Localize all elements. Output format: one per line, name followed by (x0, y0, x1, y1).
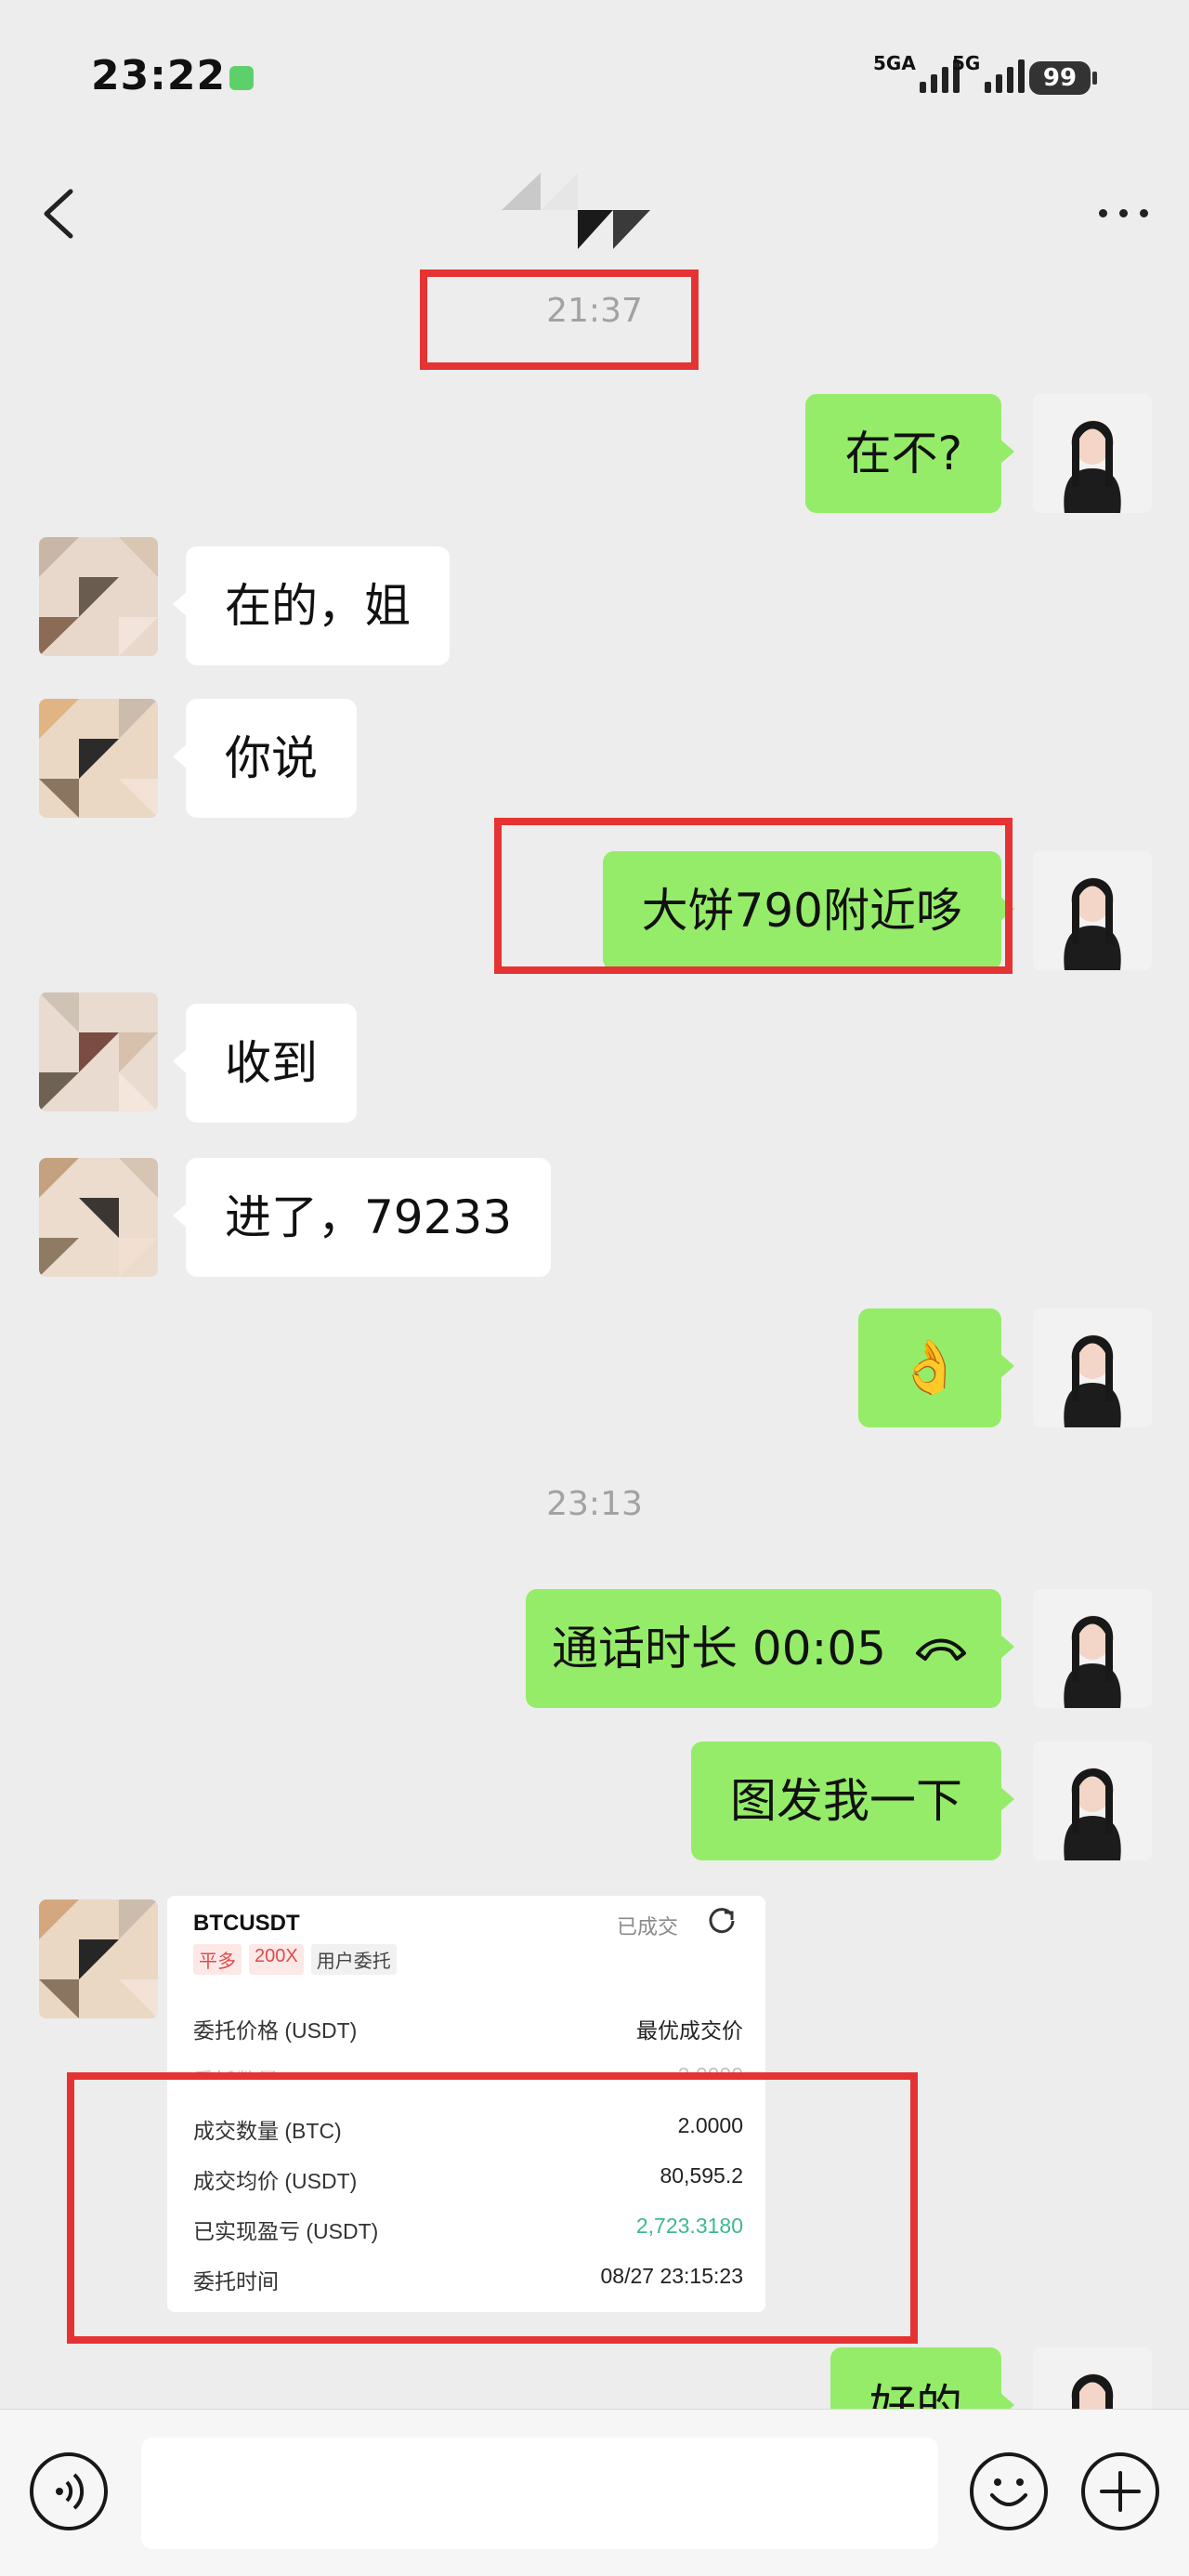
my-avatar[interactable] (1033, 1741, 1152, 1860)
signal-bars-2-icon (985, 59, 1025, 93)
smiley-icon (990, 2478, 1027, 2506)
order-status: 已成交 (617, 1915, 679, 1939)
contact-avatar[interactable] (39, 1158, 158, 1277)
contact-avatar[interactable] (39, 992, 158, 1111)
phone-hangup-icon (916, 1638, 966, 1661)
status-time: 23:22 (91, 52, 227, 99)
status-bar: 23:22 5GA 5G 99 (0, 0, 1189, 149)
back-button[interactable] (33, 186, 89, 242)
input-bar (0, 2409, 1189, 2576)
message-bubble-received[interactable]: 进了，79233 (172, 1158, 552, 1277)
call-duration-text: 通话时长 00:05 (552, 1622, 886, 1676)
contact-avatar[interactable] (39, 1899, 158, 2018)
timestamp: 23:13 (546, 1485, 643, 1523)
my-avatar[interactable] (1033, 1589, 1152, 1708)
more-options-button[interactable] (1091, 198, 1156, 226)
order-row: 委托价格 (USDT) 最优成交价 (193, 2013, 743, 2044)
contact-avatar-logo (492, 165, 669, 251)
highlight-box-timestamp (420, 269, 699, 370)
order-tag-side: 平多 (193, 1944, 242, 1975)
network-5g-label: 5G (952, 52, 981, 74)
order-tag-source: 用户委托 (310, 1944, 397, 1975)
message-bubble-received[interactable]: 你说 (173, 699, 357, 818)
my-avatar[interactable] (1033, 394, 1152, 513)
battery-indicator: 99 (1029, 61, 1097, 95)
message-bubble-sent[interactable]: 在不? (805, 394, 1014, 513)
plus-icon (1100, 2471, 1141, 2512)
order-row-value: 最优成交价 (636, 2018, 743, 2043)
my-avatar[interactable] (1033, 1308, 1152, 1427)
my-avatar[interactable] (1033, 851, 1152, 970)
contact-avatar[interactable] (39, 699, 158, 818)
order-row-label: 委托价格 (USDT) (193, 2018, 358, 2043)
voice-icon (56, 2473, 85, 2510)
message-bubble-received[interactable]: 收到 (173, 1004, 357, 1123)
chevron-left-icon (44, 189, 73, 239)
share-icon (709, 1908, 735, 1934)
message-bubble-sent-emoji[interactable]: 👌 (858, 1308, 1014, 1427)
contact-avatar[interactable] (39, 537, 158, 656)
message-input[interactable] (141, 2438, 938, 2549)
message-bubble-sent[interactable]: 图发我一下 (691, 1741, 1014, 1860)
call-duration-bubble[interactable]: 通话时长 00:05 (526, 1589, 1014, 1708)
voice-input-button[interactable] (30, 2452, 108, 2530)
message-bubble-received[interactable]: 在的，姐 (173, 546, 450, 665)
my-avatar[interactable] (1033, 2347, 1152, 2409)
order-symbol: BTCUSDT (193, 1911, 300, 1936)
highlight-box-order-details (67, 2072, 918, 2344)
message-bubble-sent[interactable]: 好的 (830, 2347, 1014, 2409)
order-tag-leverage: 200X (249, 1944, 304, 1975)
highlight-box-entry-message (494, 818, 1013, 974)
more-actions-button[interactable] (1081, 2452, 1159, 2530)
emoji-button[interactable] (970, 2452, 1048, 2530)
network-5ga-label: 5GA (873, 52, 916, 74)
wechat-notification-icon (229, 66, 254, 90)
